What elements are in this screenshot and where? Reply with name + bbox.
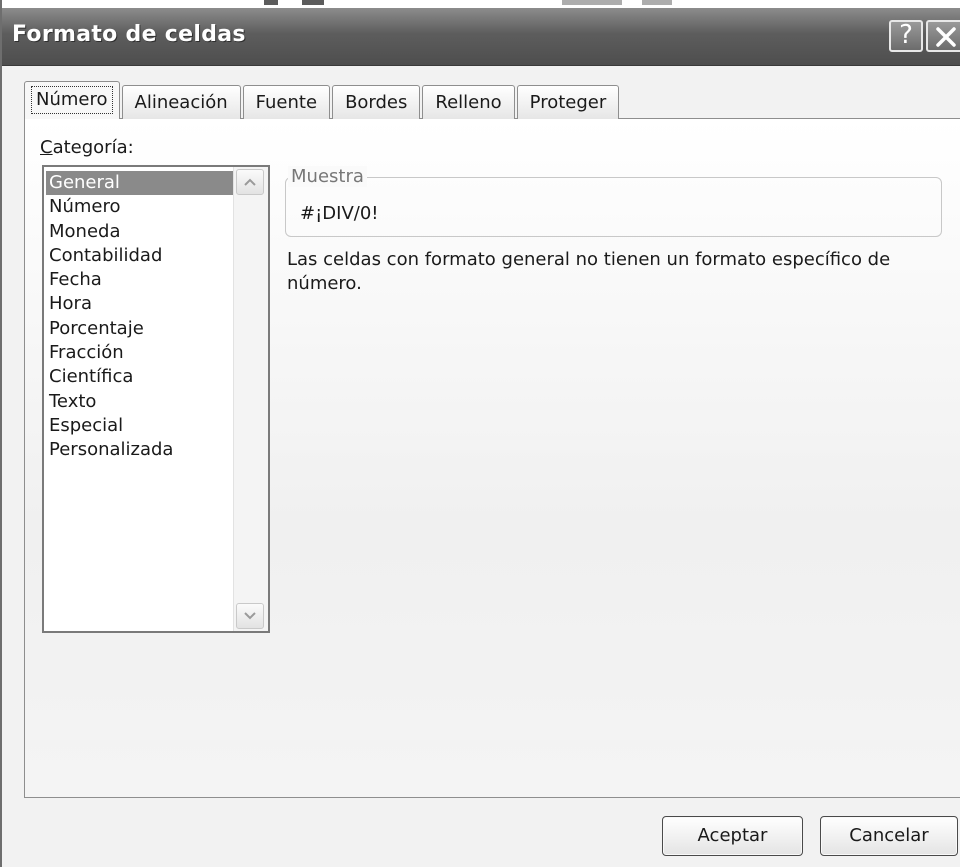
sample-box (285, 177, 942, 237)
category-item[interactable]: Fecha (46, 268, 234, 292)
help-button[interactable]: ? (889, 20, 923, 52)
dialog-title: Formato de celdas (12, 22, 246, 47)
category-item[interactable]: Contabilidad (46, 244, 234, 268)
tab-bordes[interactable]: Bordes (332, 85, 421, 119)
category-list[interactable]: General Número Moneda Contabilidad Fecha Hora… (42, 165, 270, 633)
category-item[interactable]: Texto (46, 390, 234, 414)
chevron-down-icon (244, 612, 256, 620)
category-item[interactable]: Científica (46, 365, 234, 389)
chevron-up-icon (244, 178, 256, 186)
tab-relleno[interactable]: Relleno (422, 85, 515, 119)
tab-alineacion[interactable]: Alineación (121, 85, 241, 119)
category-item[interactable]: Porcentaje (46, 317, 234, 341)
title-bar[interactable]: Formato de celdas ? (2, 8, 960, 66)
category-item[interactable]: Fracción (46, 341, 234, 365)
category-item[interactable]: Especial (46, 414, 234, 438)
format-cells-dialog: Formato de celdas ? Número Alineación Fu… (0, 0, 960, 867)
close-button[interactable] (926, 20, 960, 52)
tab-strip: Número Alineación Fuente Bordes Relleno … (24, 80, 621, 119)
scroll-down-button[interactable] (236, 603, 264, 629)
help-icon: ? (899, 20, 913, 50)
category-item[interactable]: Personalizada (46, 438, 234, 462)
cancel-button[interactable]: Cancelar (820, 816, 958, 856)
sample-value: #¡DIV/0! (300, 203, 379, 224)
category-label: Categoría: (40, 137, 134, 158)
format-description: Las celdas con formato general no tienen… (287, 249, 891, 294)
tab-proteger[interactable]: Proteger (516, 85, 620, 119)
background-strip (2, 0, 960, 8)
category-item[interactable]: Número (46, 195, 234, 219)
tab-numero[interactable]: Número (24, 81, 120, 119)
category-scrollbar[interactable] (233, 167, 268, 631)
category-item[interactable]: General (46, 171, 234, 196)
ok-button[interactable]: Aceptar (662, 816, 803, 856)
category-item[interactable]: Moneda (46, 220, 234, 244)
category-item[interactable]: Hora (46, 292, 234, 316)
sample-legend: Muestra (288, 166, 367, 187)
scroll-up-button[interactable] (236, 169, 264, 195)
category-items: General Número Moneda Contabilidad Fecha Hora… (46, 171, 234, 463)
tab-fuente[interactable]: Fuente (242, 85, 331, 119)
close-icon (936, 27, 956, 47)
